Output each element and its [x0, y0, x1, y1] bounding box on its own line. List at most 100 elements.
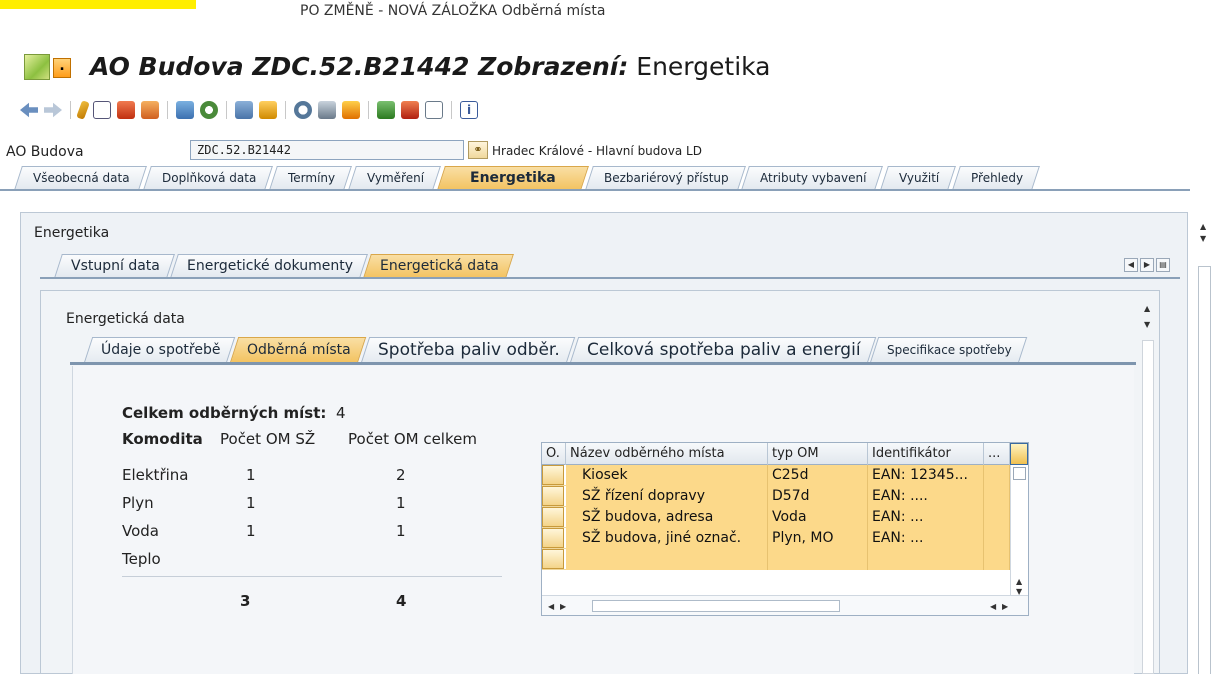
refresh-icon[interactable] [200, 101, 218, 119]
cell-extra[interactable] [984, 465, 1010, 486]
scroll-right-icon[interactable]: ▶ [560, 602, 566, 611]
scrollbar-thumb[interactable] [592, 600, 840, 612]
row-checkbox[interactable] [1013, 467, 1026, 480]
grid-settings-icon[interactable] [1010, 443, 1028, 465]
forward-icon[interactable] [44, 102, 62, 118]
tab-vstupni-data[interactable]: Vstupní data [54, 254, 175, 278]
services-icon[interactable] [342, 101, 360, 119]
cell-type[interactable]: C25d [768, 465, 868, 486]
row-selector[interactable] [542, 486, 564, 506]
grid-horizontal-scrollbar[interactable]: ◀ ▶ ◀ ▶ [542, 595, 1028, 615]
column-header-nazev[interactable]: Název odběrného místa [566, 443, 768, 465]
scroll-up-icon[interactable]: ▲ [1200, 222, 1206, 231]
tab-energetika[interactable]: Energetika [437, 166, 589, 190]
cell-type[interactable]: Plyn, MO [768, 528, 868, 549]
row-selector[interactable] [542, 528, 564, 548]
cell-extra[interactable] [984, 486, 1010, 507]
window-title-section: Energetika [628, 52, 771, 81]
tab-label: Energetická data [379, 258, 499, 274]
print-icon[interactable] [318, 101, 336, 119]
tab-doplnkova-data[interactable]: Doplňková data [142, 166, 273, 190]
scrollbar-thumb[interactable] [1198, 266, 1211, 674]
row-selector[interactable] [542, 465, 564, 485]
scroll-up-icon[interactable]: ▲ [1016, 577, 1022, 586]
scroll-up-icon[interactable]: ▲ [1144, 304, 1150, 313]
tab-navigation: ◀ ▶ ▤ [1124, 258, 1170, 272]
object-link-icon[interactable]: ⚭ [468, 141, 488, 159]
new-document-icon[interactable] [93, 101, 111, 119]
tab-vymereni[interactable]: Vyměření [348, 166, 442, 190]
cell-type[interactable]: D57d [768, 486, 868, 507]
tab-energeticka-data[interactable]: Energetická data [362, 254, 514, 278]
grid-vertical-scrollbar[interactable]: ▲ ▼ [1010, 465, 1028, 596]
cell-id[interactable]: EAN: ... [868, 528, 984, 549]
cell-name[interactable]: SŽ budova, jiné označ. [566, 528, 768, 549]
cell-id[interactable] [868, 549, 984, 570]
ao-budova-description: Hradec Králové - Hlavní budova LD [492, 144, 702, 158]
cell-id[interactable]: EAN: 12345... [868, 465, 984, 486]
cell-name[interactable]: SŽ budova, adresa [566, 507, 768, 528]
chart-icon[interactable] [401, 101, 419, 119]
energetika-tab-strip: Vstupní data Energetické dokumenty Energ… [54, 254, 514, 278]
hierarchy-icon[interactable] [377, 101, 395, 119]
column-header-more[interactable]: ... [984, 443, 1010, 465]
tab-specifikace-spotreby[interactable]: Specifikace spotřeby [870, 337, 1028, 363]
scroll-left-icon[interactable]: ◀ [548, 602, 554, 611]
table-row[interactable]: Kiosek C25d EAN: 12345... [542, 465, 1012, 486]
history-icon[interactable] [294, 101, 312, 119]
table-row[interactable] [542, 549, 1012, 570]
link-icon[interactable] [176, 101, 194, 119]
cell-extra[interactable] [984, 507, 1010, 528]
cell-extra[interactable] [984, 549, 1010, 570]
cell-type[interactable]: Voda [768, 507, 868, 528]
tab-udaje-o-spotrebe[interactable]: Údaje o spotřebě [83, 337, 236, 363]
cell-name[interactable]: Kiosek [566, 465, 768, 486]
back-icon[interactable] [20, 102, 38, 118]
row-selector[interactable] [542, 549, 564, 569]
tab-celkova-spotreba[interactable]: Celková spotřeba paliv a energií [569, 337, 876, 363]
tab-energeticke-dokumenty[interactable]: Energetické dokumenty [169, 254, 368, 278]
tab-vseobecna-data[interactable]: Všeobecná data [14, 166, 147, 190]
app-icon[interactable]: . [24, 54, 71, 80]
scroll-left-icon[interactable]: ◀ [990, 602, 996, 611]
scrollbar-track[interactable] [1142, 340, 1154, 674]
tab-atributy-vybaveni[interactable]: Atributy vybavení [741, 166, 884, 190]
column-header-o[interactable]: O. [542, 443, 566, 465]
column-header-typ-om[interactable]: typ OM [768, 443, 868, 465]
cell-name[interactable] [566, 549, 768, 570]
tab-vyuziti[interactable]: Využití [879, 166, 957, 190]
scroll-down-icon[interactable]: ▼ [1200, 234, 1206, 243]
info-icon[interactable]: i [460, 101, 478, 119]
edit-pencil-icon[interactable] [76, 100, 90, 120]
paste-icon[interactable] [141, 101, 159, 119]
cell-id[interactable]: EAN: .... [868, 486, 984, 507]
tab-label: Energetika [470, 170, 556, 186]
tab-terminy[interactable]: Termíny [269, 166, 352, 190]
cell-type[interactable] [768, 549, 868, 570]
tab-prehledy[interactable]: Přehledy [952, 166, 1041, 190]
table-row[interactable]: SŽ budova, adresa Voda EAN: ... [542, 507, 1012, 528]
scroll-down-icon[interactable]: ▼ [1144, 320, 1150, 329]
tab-list-icon[interactable]: ▤ [1156, 258, 1170, 272]
attachment-icon[interactable] [259, 101, 277, 119]
row-selector[interactable] [542, 507, 564, 527]
tab-prev-icon[interactable]: ◀ [1124, 258, 1138, 272]
ao-budova-field[interactable]: ZDC.52.B21442 [190, 140, 464, 160]
scroll-right-icon[interactable]: ▶ [1002, 602, 1008, 611]
window-icon[interactable] [425, 101, 443, 119]
table-row[interactable]: SŽ řízení dopravy D57d EAN: .... [542, 486, 1012, 507]
table-row[interactable]: SŽ budova, jiné označ. Plyn, MO EAN: ... [542, 528, 1012, 549]
column-header-identifikator[interactable]: Identifikátor [868, 443, 984, 465]
export-icon[interactable] [235, 101, 253, 119]
tab-bezbarierovy-pristup[interactable]: Bezbariérový přístup [584, 166, 746, 190]
vertical-scrollbar[interactable]: ▲ ▼ [1196, 218, 1213, 674]
cell-name[interactable]: SŽ řízení dopravy [566, 486, 768, 507]
tab-odberna-mista[interactable]: Odběrná místa [230, 337, 367, 363]
tab-next-icon[interactable]: ▶ [1140, 258, 1154, 272]
cell-extra[interactable] [984, 528, 1010, 549]
inner-vertical-scrollbar[interactable]: ▲ ▼ [1140, 300, 1154, 674]
copy-icon[interactable] [117, 101, 135, 119]
tab-spotreba-paliv-odber[interactable]: Spotřeba paliv odběr. [360, 337, 576, 363]
energetika-tab-underline [40, 277, 1180, 279]
cell-id[interactable]: EAN: ... [868, 507, 984, 528]
